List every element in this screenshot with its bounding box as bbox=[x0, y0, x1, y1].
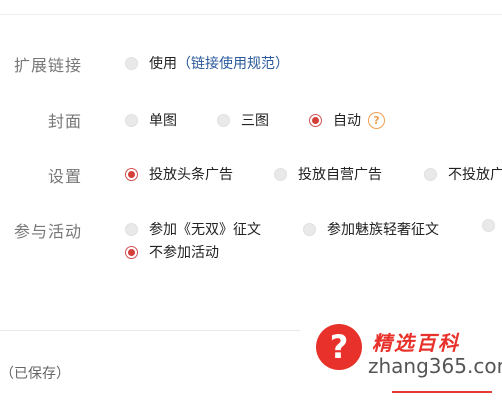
settings-option-toutiao-ads-text: 投放头条广告 bbox=[149, 167, 233, 183]
settings-option-own-ads[interactable]: 投放自营广告 bbox=[274, 164, 382, 184]
radio-settings-toutiao-ads[interactable] bbox=[125, 167, 138, 181]
settings-option-toutiao-ads[interactable]: 投放头条广告 bbox=[125, 164, 233, 184]
watermark-overlay: ? 精选百科 zhang365.com bbox=[300, 318, 502, 386]
extension-link-label: 扩展链接 bbox=[13, 56, 82, 75]
link-open-paren: （ bbox=[177, 56, 191, 72]
watermark-title: 精选百科 bbox=[372, 331, 460, 355]
watermark-question-logo-icon: ? bbox=[316, 324, 362, 370]
radio-activity-partial[interactable] bbox=[482, 219, 495, 232]
cover-option-triple-text: 三图 bbox=[241, 113, 269, 129]
radio-extension-link-use[interactable] bbox=[125, 56, 138, 70]
settings-option-own-ads-text: 投放自营广告 bbox=[298, 167, 382, 183]
activity-option-meizu-text: 参加魅族轻奢征文 bbox=[327, 222, 439, 238]
settings-label: 设置 bbox=[47, 167, 82, 186]
activity-option-wushuang[interactable]: 参加《无双》征文 bbox=[125, 219, 261, 239]
radio-activity-none[interactable] bbox=[125, 245, 138, 259]
radio-activity-wushuang[interactable] bbox=[125, 222, 138, 236]
activity-label: 参与活动 bbox=[13, 222, 82, 241]
publish-button-underline bbox=[392, 391, 492, 393]
activity-option-meizu[interactable]: 参加魅族轻奢征文 bbox=[303, 219, 439, 239]
link-close-paren: ） bbox=[275, 56, 289, 72]
footer-divider bbox=[0, 330, 300, 331]
cover-option-auto[interactable]: 自动 ? bbox=[309, 110, 385, 130]
top-divider bbox=[0, 14, 502, 15]
question-help-icon[interactable]: ? bbox=[368, 111, 385, 129]
settings-option-no-ads-text: 不投放广 bbox=[448, 167, 502, 183]
radio-cover-triple[interactable] bbox=[217, 113, 230, 127]
radio-settings-no-ads[interactable] bbox=[424, 167, 437, 181]
radio-activity-meizu[interactable] bbox=[303, 222, 316, 236]
radio-settings-own-ads[interactable] bbox=[274, 167, 287, 181]
settings-option-no-ads[interactable]: 不投放广 bbox=[424, 164, 502, 184]
watermark-url: zhang365.com bbox=[368, 354, 502, 378]
cover-option-auto-text: 自动 bbox=[333, 113, 361, 129]
extension-link-use-text: 使用 bbox=[149, 56, 177, 72]
saved-status-text: （已保存） bbox=[0, 366, 70, 382]
activity-option-wushuang-text: 参加《无双》征文 bbox=[149, 222, 261, 238]
cover-option-single-text: 单图 bbox=[149, 113, 177, 129]
link-usage-rules-link[interactable]: 链接使用规范 bbox=[191, 53, 275, 73]
cover-label: 封面 bbox=[47, 112, 82, 131]
activity-option-none[interactable]: 不参加活动 bbox=[125, 242, 219, 262]
cover-option-single[interactable]: 单图 bbox=[125, 110, 177, 130]
cover-option-triple[interactable]: 三图 bbox=[217, 110, 269, 130]
activity-option-none-text: 不参加活动 bbox=[149, 245, 219, 261]
activity-option-partial[interactable] bbox=[482, 219, 502, 232]
radio-cover-single[interactable] bbox=[125, 113, 138, 127]
publish-settings-panel: 扩展链接 使用 （ 链接使用规范 ） 封面 单图 三图 自动 ? 设置 投放头条… bbox=[0, 0, 502, 400]
extension-link-use-option[interactable]: 使用 （ 链接使用规范 ） bbox=[125, 53, 289, 73]
radio-cover-auto[interactable] bbox=[309, 113, 322, 127]
